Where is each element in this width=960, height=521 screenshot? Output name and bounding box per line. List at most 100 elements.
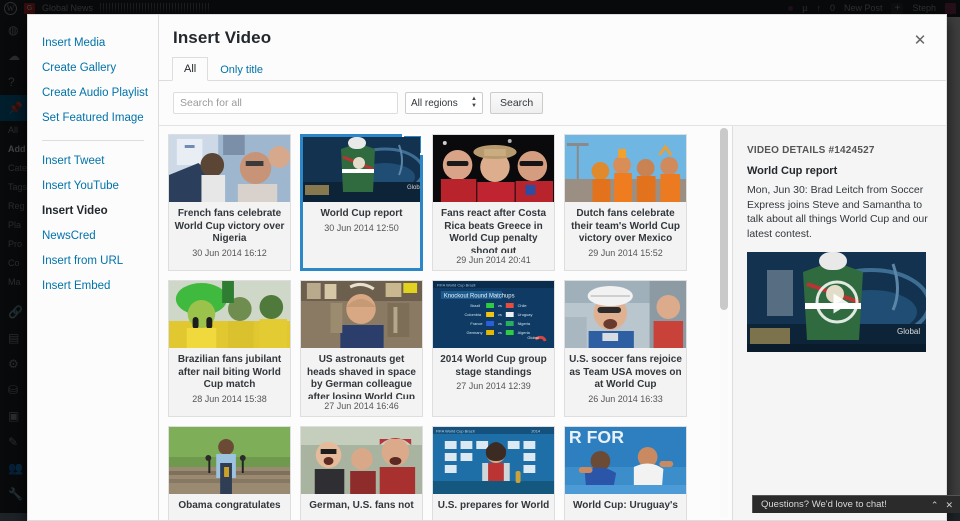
result-card[interactable]: French fans celebrate World Cup victory … xyxy=(168,134,291,271)
result-card[interactable]: U.S. soccer fans rejoice as Team USA mov… xyxy=(564,280,687,417)
result-date: 26 Jun 2014 16:33 xyxy=(565,392,686,404)
menu-item-set-featured-image[interactable]: Set Featured Image xyxy=(28,106,158,131)
thumbnail xyxy=(169,427,290,494)
svg-text:Uruguay: Uruguay xyxy=(518,312,533,317)
video-preview[interactable]: Global xyxy=(747,252,926,352)
result-card-selected[interactable]: ✔ xyxy=(300,134,423,271)
result-title: World Cup report xyxy=(303,202,420,221)
svg-text:R FOR: R FOR xyxy=(569,427,624,447)
chat-widget[interactable]: Questions? We'd love to chat! ⌃ ✕ xyxy=(752,495,960,513)
svg-text:vs: vs xyxy=(498,303,502,308)
result-title: Brazilian fans jubilant after nail bitin… xyxy=(169,348,290,392)
result-date: 29 Jun 2014 15:52 xyxy=(565,246,686,258)
svg-text:Brazil: Brazil xyxy=(470,303,480,308)
result-title: U.S. soccer fans rejoice as Team USA mov… xyxy=(565,348,686,392)
svg-text:Global: Global xyxy=(527,335,538,340)
thumbnail: FIFA World Cup Brazil 2014 xyxy=(433,427,554,494)
result-title: U.S. prepares for World xyxy=(433,494,554,513)
result-card[interactable]: German, U.S. fans not xyxy=(300,426,423,520)
svg-text:Global: Global xyxy=(897,327,920,336)
results-scrollbar[interactable] xyxy=(720,128,728,518)
close-icon[interactable]: ✕ xyxy=(907,28,933,54)
region-select[interactable]: All regions ▲▼ xyxy=(405,92,483,114)
thumbnail xyxy=(169,281,290,348)
details-description: Mon, Jun 30: Brad Leitch from Soccer Exp… xyxy=(747,183,932,252)
result-card[interactable]: Dutch fans celebrate their team's World … xyxy=(564,134,687,271)
search-toolbar: All regions ▲▼ Search xyxy=(159,81,946,126)
menu-item-insert-from-url[interactable]: Insert from URL xyxy=(28,249,158,274)
menu-item-newscred[interactable]: NewsCred xyxy=(28,224,158,249)
modal-side-menu: Insert Media Create Gallery Create Audio… xyxy=(28,15,159,520)
menu-item-insert-media[interactable]: Insert Media xyxy=(28,31,158,56)
result-title: Obama congratulates xyxy=(169,494,290,513)
menu-item-insert-embed[interactable]: Insert Embed xyxy=(28,274,158,299)
thumbnail: Global xyxy=(303,137,420,202)
menu-item-insert-tweet[interactable]: Insert Tweet xyxy=(28,149,158,174)
menu-item-insert-youtube[interactable]: Insert YouTube xyxy=(28,174,158,199)
result-title: French fans celebrate World Cup victory … xyxy=(169,202,290,246)
result-date: 27 Jun 2014 12:39 xyxy=(433,379,554,391)
menu-item-insert-video[interactable]: Insert Video xyxy=(28,199,158,224)
region-select-value: All regions xyxy=(411,98,458,109)
result-title: Fans react after Costa Rica beats Greece… xyxy=(433,202,554,253)
svg-text:Global: Global xyxy=(407,185,420,191)
result-card[interactable]: Brazilian fans jubilant after nail bitin… xyxy=(168,280,291,417)
close-icon[interactable]: ✕ xyxy=(945,496,953,514)
svg-text:Germany: Germany xyxy=(466,330,482,335)
result-card[interactable]: FIFA World Cup Brazil Knockout Round Mat… xyxy=(432,280,555,417)
menu-item-create-audio-playlist[interactable]: Create Audio Playlist xyxy=(28,81,158,106)
results-grid: French fans celebrate World Cup victory … xyxy=(159,126,732,520)
tab-only-title[interactable]: Only title xyxy=(208,58,275,81)
chat-label: Questions? We'd love to chat! xyxy=(761,496,887,514)
thumbnail xyxy=(565,135,686,202)
result-date: 27 Jun 2014 16:46 xyxy=(301,399,422,411)
result-title: German, U.S. fans not xyxy=(301,494,422,513)
svg-text:2014: 2014 xyxy=(531,428,541,433)
results-grid-container: French fans celebrate World Cup victory … xyxy=(159,126,732,520)
thumbnail xyxy=(301,427,422,494)
chat-actions: ⌃ ✕ xyxy=(931,496,960,514)
result-title: World Cup: Uruguay's xyxy=(565,494,686,513)
thumbnail xyxy=(301,281,422,348)
page-title: Insert Video xyxy=(159,15,946,58)
details-title: World Cup report xyxy=(747,165,932,183)
result-card[interactable]: Obama congratulates xyxy=(168,426,291,520)
svg-text:Knockout Round Matchups: Knockout Round Matchups xyxy=(444,293,515,299)
insert-video-modal: ✕ Insert Media Create Gallery Create Aud… xyxy=(27,14,947,521)
search-input[interactable] xyxy=(173,92,398,114)
tab-bar: All Only title xyxy=(159,58,946,81)
menu-divider xyxy=(42,140,144,141)
tab-all[interactable]: All xyxy=(172,57,208,81)
menu-item-create-gallery[interactable]: Create Gallery xyxy=(28,56,158,81)
thumbnail: FIFA World Cup Brazil Knockout Round Mat… xyxy=(433,281,554,348)
svg-text:FIFA World Cup Brazil: FIFA World Cup Brazil xyxy=(436,428,475,433)
chevron-up-icon[interactable]: ⌃ xyxy=(931,496,939,514)
thumbnail xyxy=(433,135,554,202)
svg-text:Nigeria: Nigeria xyxy=(518,321,531,326)
chevron-updown-icon: ▲▼ xyxy=(471,97,477,109)
result-title: US astronauts get heads shaved in space … xyxy=(301,348,422,399)
thumbnail xyxy=(565,281,686,348)
svg-text:vs: vs xyxy=(498,312,502,317)
svg-text:vs: vs xyxy=(498,321,502,326)
result-title: 2014 World Cup group stage standings xyxy=(433,348,554,379)
result-date: 30 Jun 2014 12:50 xyxy=(303,221,420,233)
thumbnail xyxy=(169,135,290,202)
scrollbar-thumb[interactable] xyxy=(720,128,728,310)
svg-text:Chile: Chile xyxy=(518,303,528,308)
svg-text:France: France xyxy=(470,321,483,326)
svg-text:Colombia: Colombia xyxy=(464,312,481,317)
result-card[interactable]: US astronauts get heads shaved in space … xyxy=(300,280,423,417)
result-card[interactable]: FIFA World Cup Brazil 2014 xyxy=(432,426,555,520)
result-title: Dutch fans celebrate their team's World … xyxy=(565,202,686,246)
modal-main: Insert Video All Only title All regions … xyxy=(159,15,946,520)
modal-content: French fans celebrate World Cup victory … xyxy=(159,126,946,520)
result-card[interactable]: R FOR World Cup: Uruguay xyxy=(564,426,687,520)
svg-text:vs: vs xyxy=(498,330,502,335)
video-details-panel: VIDEO DETAILS #1424527 World Cup report … xyxy=(732,126,946,520)
search-button[interactable]: Search xyxy=(490,92,543,114)
result-card[interactable]: Fans react after Costa Rica beats Greece… xyxy=(432,134,555,271)
thumbnail: R FOR xyxy=(565,427,686,494)
result-date: 30 Jun 2014 16:12 xyxy=(169,246,290,258)
play-icon[interactable] xyxy=(815,281,858,324)
